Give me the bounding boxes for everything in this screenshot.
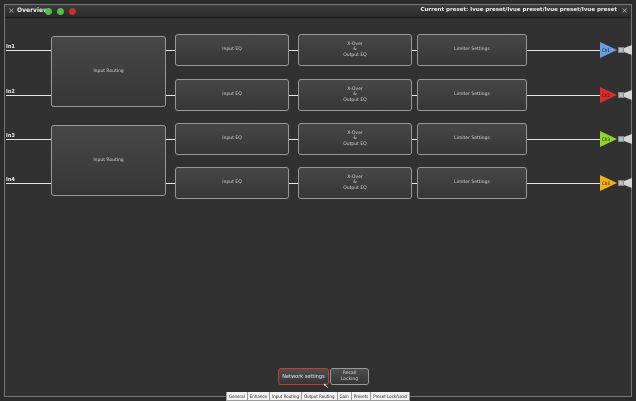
input-eq-button-4[interactable]: Input EQ bbox=[175, 167, 289, 199]
status-green-icon[interactable] bbox=[57, 8, 64, 15]
input-eq-label: Input EQ bbox=[222, 92, 242, 98]
network-settings-button[interactable]: Network settings bbox=[278, 368, 329, 385]
network-settings-label: Network settings bbox=[282, 373, 325, 380]
close-left-icon[interactable]: × bbox=[8, 6, 15, 15]
bottom-tab-bar: General Enhance Input Routing Output Rou… bbox=[226, 392, 411, 401]
input-eq-label: Input EQ bbox=[222, 47, 242, 53]
input-eq-label: Input EQ bbox=[222, 136, 242, 142]
signal-line bbox=[166, 183, 175, 184]
output-ch1-icon[interactable]: Ch1 bbox=[600, 42, 617, 58]
input-routing-label: Input Routing bbox=[93, 68, 124, 74]
signal-line bbox=[6, 50, 51, 51]
xover-label: X-Over & Output EQ bbox=[343, 130, 367, 147]
signal-line bbox=[166, 95, 175, 96]
limiter-settings-button-3[interactable]: Limiter Settings bbox=[417, 123, 527, 155]
input-eq-button-2[interactable]: Input EQ bbox=[175, 79, 289, 111]
status-green-icon[interactable] bbox=[45, 8, 52, 15]
tab-enhance[interactable]: Enhance bbox=[246, 392, 271, 401]
input-eq-button-1[interactable]: Input EQ bbox=[175, 34, 289, 66]
tab-preset-lock-load[interactable]: Preset Lock/Load bbox=[370, 392, 411, 401]
tab-gain[interactable]: Gain bbox=[336, 392, 352, 401]
app-window: × Overview Current preset: Ivue preset/I… bbox=[4, 4, 632, 397]
title-bar: × Overview Current preset: Ivue preset/I… bbox=[5, 5, 631, 18]
xover-output-eq-button-1[interactable]: X-Over & Output EQ bbox=[298, 34, 412, 66]
signal-line bbox=[6, 95, 51, 96]
current-preset-label: Current preset: Ivue preset/Ivue preset/… bbox=[420, 7, 617, 13]
xover-label: X-Over & Output EQ bbox=[343, 86, 367, 103]
limiter-label: Limiter Settings bbox=[454, 180, 490, 186]
tab-presets[interactable]: Presets bbox=[350, 392, 372, 401]
xover-output-eq-button-4[interactable]: X-Over & Output EQ bbox=[298, 167, 412, 199]
xover-output-eq-button-2[interactable]: X-Over & Output EQ bbox=[298, 79, 412, 111]
input-routing-label: Input Routing bbox=[93, 157, 124, 163]
speaker-icon bbox=[618, 90, 633, 100]
signal-line bbox=[289, 95, 298, 96]
input-eq-label: Input EQ bbox=[222, 180, 242, 186]
close-right-icon[interactable]: × bbox=[621, 6, 628, 15]
xover-output-eq-button-3[interactable]: X-Over & Output EQ bbox=[298, 123, 412, 155]
speaker-icon bbox=[618, 134, 633, 144]
signal-line bbox=[289, 139, 298, 140]
signal-line bbox=[6, 183, 51, 184]
tab-output-routing[interactable]: Output Routing bbox=[300, 392, 338, 401]
xover-label: X-Over & Output EQ bbox=[343, 174, 367, 191]
signal-line bbox=[527, 183, 600, 184]
signal-line bbox=[6, 139, 51, 140]
speaker-icon bbox=[618, 45, 633, 55]
signal-line bbox=[527, 50, 600, 51]
input-routing-block-2[interactable]: Input Routing bbox=[51, 125, 166, 196]
signal-line bbox=[527, 95, 600, 96]
signal-flow-area: In1 In2 In3 In4 Input Routing Input Rout… bbox=[5, 19, 633, 389]
tab-general[interactable]: General bbox=[226, 392, 248, 401]
signal-line bbox=[166, 50, 175, 51]
output-ch4-icon[interactable]: Ch4 bbox=[600, 175, 617, 191]
limiter-settings-button-1[interactable]: Limiter Settings bbox=[417, 34, 527, 66]
recall-locking-label: Recall Locking bbox=[340, 371, 359, 382]
mouse-cursor-icon: ↖ bbox=[323, 382, 329, 390]
signal-line bbox=[166, 139, 175, 140]
speaker-icon bbox=[618, 178, 633, 188]
window-title: Overview bbox=[17, 7, 49, 14]
xover-label: X-Over & Output EQ bbox=[343, 41, 367, 58]
signal-line bbox=[289, 50, 298, 51]
input-routing-block-1[interactable]: Input Routing bbox=[51, 36, 166, 107]
status-red-icon[interactable] bbox=[69, 8, 76, 15]
signal-line bbox=[527, 139, 600, 140]
tab-input-routing[interactable]: Input Routing bbox=[269, 392, 302, 401]
limiter-settings-button-4[interactable]: Limiter Settings bbox=[417, 167, 527, 199]
output-ch2-icon[interactable]: Ch2 bbox=[600, 87, 617, 103]
signal-line bbox=[289, 183, 298, 184]
recall-locking-button[interactable]: Recall Locking bbox=[330, 368, 369, 385]
output-ch3-icon[interactable]: Ch3 bbox=[600, 131, 617, 147]
input-eq-button-3[interactable]: Input EQ bbox=[175, 123, 289, 155]
limiter-label: Limiter Settings bbox=[454, 136, 490, 142]
limiter-settings-button-2[interactable]: Limiter Settings bbox=[417, 79, 527, 111]
limiter-label: Limiter Settings bbox=[454, 47, 490, 53]
limiter-label: Limiter Settings bbox=[454, 92, 490, 98]
